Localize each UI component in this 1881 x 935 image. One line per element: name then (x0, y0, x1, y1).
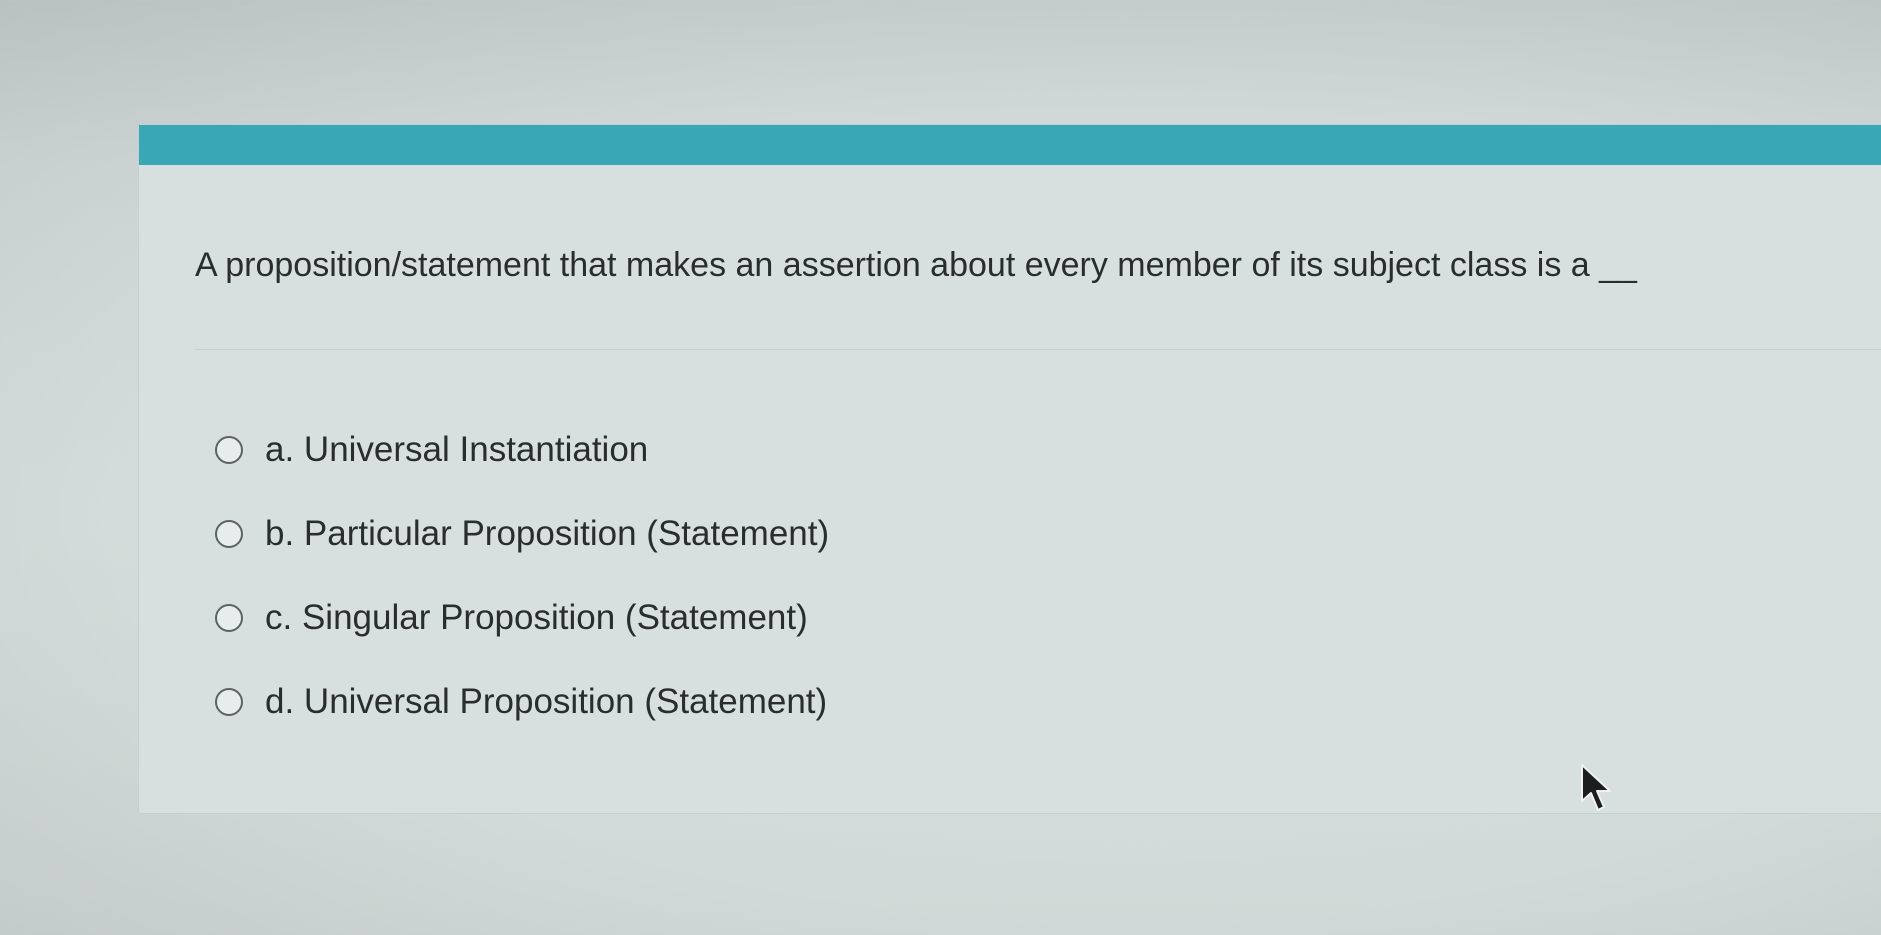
question-divider (195, 349, 1881, 350)
radio-button-icon[interactable] (215, 688, 243, 716)
radio-button-icon[interactable] (215, 436, 243, 464)
question-card: A proposition/statement that makes an as… (138, 124, 1881, 814)
radio-button-icon[interactable] (215, 520, 243, 548)
question-text: A proposition/statement that makes an as… (195, 246, 1637, 284)
mouse-pointer-icon (1581, 764, 1611, 811)
option-c-label[interactable]: c. Singular Proposition (Statement) (265, 598, 808, 638)
option-a-label[interactable]: a. Universal Instantiation (265, 430, 648, 470)
option-d-label[interactable]: d. Universal Proposition (Statement) (265, 682, 827, 722)
answer-options: a. Universal Instantiation b. Particular… (215, 408, 829, 744)
radio-button-icon[interactable] (215, 604, 243, 632)
option-b[interactable]: b. Particular Proposition (Statement) (215, 492, 829, 576)
option-d[interactable]: d. Universal Proposition (Statement) (215, 660, 829, 744)
question-header-bar (139, 125, 1881, 165)
option-c[interactable]: c. Singular Proposition (Statement) (215, 576, 829, 660)
option-b-label[interactable]: b. Particular Proposition (Statement) (265, 514, 829, 554)
option-a[interactable]: a. Universal Instantiation (215, 408, 829, 492)
